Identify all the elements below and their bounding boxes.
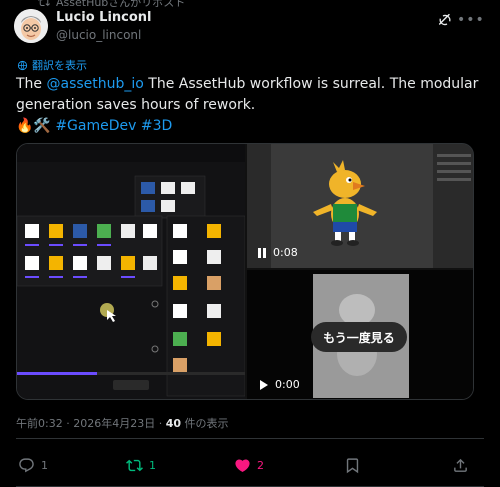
globe-icon — [17, 60, 28, 70]
repost-button[interactable]: 1 — [126, 457, 156, 474]
node-editor-illustration — [17, 144, 246, 399]
bookmark-icon — [346, 457, 359, 473]
tweet-prefix: The — [16, 76, 47, 92]
hashtag-3d[interactable]: #3D — [141, 118, 172, 134]
media-image-node-editor[interactable] — [17, 144, 246, 399]
repost-count: 1 — [149, 458, 156, 472]
repost-text: AssetHubさんがリポスト — [56, 0, 186, 9]
post-time[interactable]: 午前0:32 — [16, 417, 63, 430]
repost-icon — [126, 459, 143, 471]
author-name[interactable]: Lucio Linconl — [56, 10, 152, 25]
video2-time: 0:00 — [275, 378, 300, 391]
avatar-memoji — [14, 9, 48, 43]
share-button[interactable] — [452, 457, 469, 474]
mention-link[interactable]: @assethub_io — [47, 76, 144, 92]
media-video-3d-render[interactable]: 0:08 — [247, 144, 473, 268]
reply-button[interactable]: 1 — [18, 457, 48, 474]
translate-link[interactable]: 翻訳を表示 — [17, 57, 87, 73]
repost-icon — [38, 0, 50, 7]
like-button[interactable]: 2 — [234, 457, 264, 474]
views-count: 40 — [165, 417, 182, 430]
tweet-emojis: 🔥🛠️ — [16, 118, 51, 134]
video1-controls[interactable]: 0:08 — [257, 246, 298, 259]
pause-icon[interactable] — [257, 247, 267, 259]
post-meta: 午前0:32 · 2026年4月23日 · 40 件の表示 — [16, 417, 229, 430]
translate-label: 翻訳を表示 — [32, 59, 87, 72]
video2-controls[interactable]: 0:00 — [259, 378, 300, 391]
divider-top — [16, 438, 484, 439]
avatar[interactable] — [14, 9, 48, 43]
views-label: 件の表示 — [181, 417, 229, 430]
video1-time: 0:08 — [273, 246, 298, 259]
share-icon — [454, 458, 467, 472]
media-grid[interactable]: 0:08 もう一度見る 0:00 — [16, 143, 474, 400]
like-count: 2 — [257, 458, 264, 472]
post-date[interactable]: 2026年4月23日 — [73, 417, 155, 430]
heart-icon — [235, 458, 250, 472]
grok-icon[interactable] — [437, 12, 453, 28]
play-icon[interactable] — [259, 379, 269, 391]
action-bar: 1 1 2 — [16, 446, 474, 484]
media-video-replay[interactable]: もう一度見る 0:00 — [247, 270, 473, 399]
bookmark-button[interactable] — [344, 457, 361, 474]
reply-icon — [19, 457, 34, 472]
repost-indicator[interactable]: AssetHubさんがリポスト — [38, 0, 185, 10]
replay-button[interactable]: もう一度見る — [311, 322, 407, 352]
author-handle[interactable]: @lucio_linconl — [56, 28, 141, 42]
hashtag-gamedev[interactable]: #GameDev — [55, 118, 136, 134]
tweet-text: The @assethub_io The AssetHub workflow i… — [16, 74, 480, 137]
more-options-icon[interactable]: ••• — [457, 12, 484, 28]
reply-count: 1 — [41, 458, 48, 472]
